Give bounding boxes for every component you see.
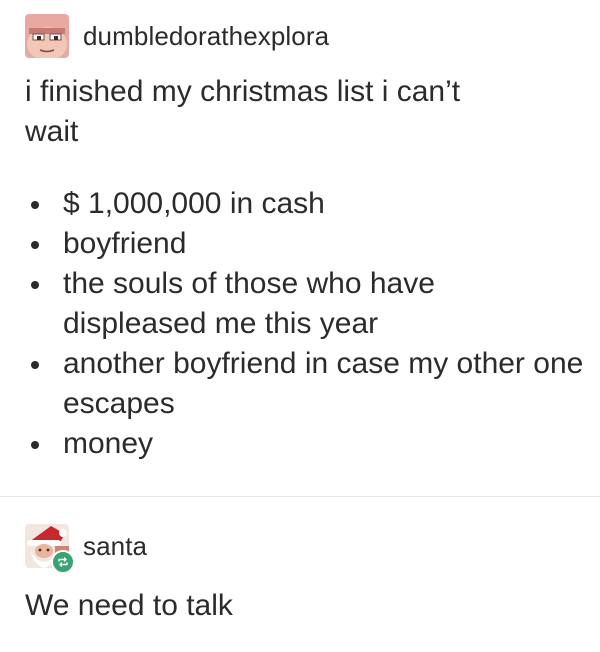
post-header: dumbledorathexplora bbox=[25, 14, 329, 58]
christmas-list: $ 1,000,000 in cash boyfriend the souls … bbox=[25, 184, 585, 464]
bullet-icon bbox=[31, 361, 39, 369]
post-text-line: wait bbox=[25, 115, 79, 148]
list-item-text: money bbox=[63, 427, 154, 460]
list-item: money bbox=[25, 424, 585, 464]
santa-avatar-icon[interactable] bbox=[25, 524, 75, 574]
bullet-icon bbox=[31, 441, 39, 449]
bullet-icon bbox=[31, 201, 39, 209]
post-divider bbox=[0, 496, 600, 497]
list-item-text: boyfriend bbox=[63, 227, 187, 260]
reply-post: santa We need to talk bbox=[0, 498, 600, 652]
post-text-line: i finished my christmas list i can’t bbox=[25, 75, 461, 108]
bullet-icon bbox=[31, 281, 39, 289]
list-item: the souls of those who have displeased m… bbox=[25, 264, 585, 344]
post-username[interactable]: dumbledorathexplora bbox=[83, 23, 329, 49]
list-item: boyfriend bbox=[25, 224, 585, 264]
reblog-icon bbox=[51, 550, 75, 574]
list-item: another boyfriend in case my other one e… bbox=[25, 344, 585, 424]
bullet-icon bbox=[31, 241, 39, 249]
list-item: $ 1,000,000 in cash bbox=[25, 184, 585, 224]
cartoon-face-avatar-icon[interactable] bbox=[25, 14, 69, 58]
list-item-text: $ 1,000,000 in cash bbox=[63, 187, 325, 220]
list-item-text: another boyfriend in case my other one e… bbox=[63, 347, 584, 420]
reply-header: santa bbox=[25, 524, 147, 574]
list-item-text: the souls of those who have displeased m… bbox=[63, 267, 435, 340]
original-post: dumbledorathexplora i finished my christ… bbox=[0, 0, 600, 497]
post-text: i finished my christmas list i can’t wai… bbox=[25, 72, 585, 152]
reply-text: We need to talk bbox=[25, 589, 233, 622]
reply-username[interactable]: santa bbox=[83, 533, 147, 559]
